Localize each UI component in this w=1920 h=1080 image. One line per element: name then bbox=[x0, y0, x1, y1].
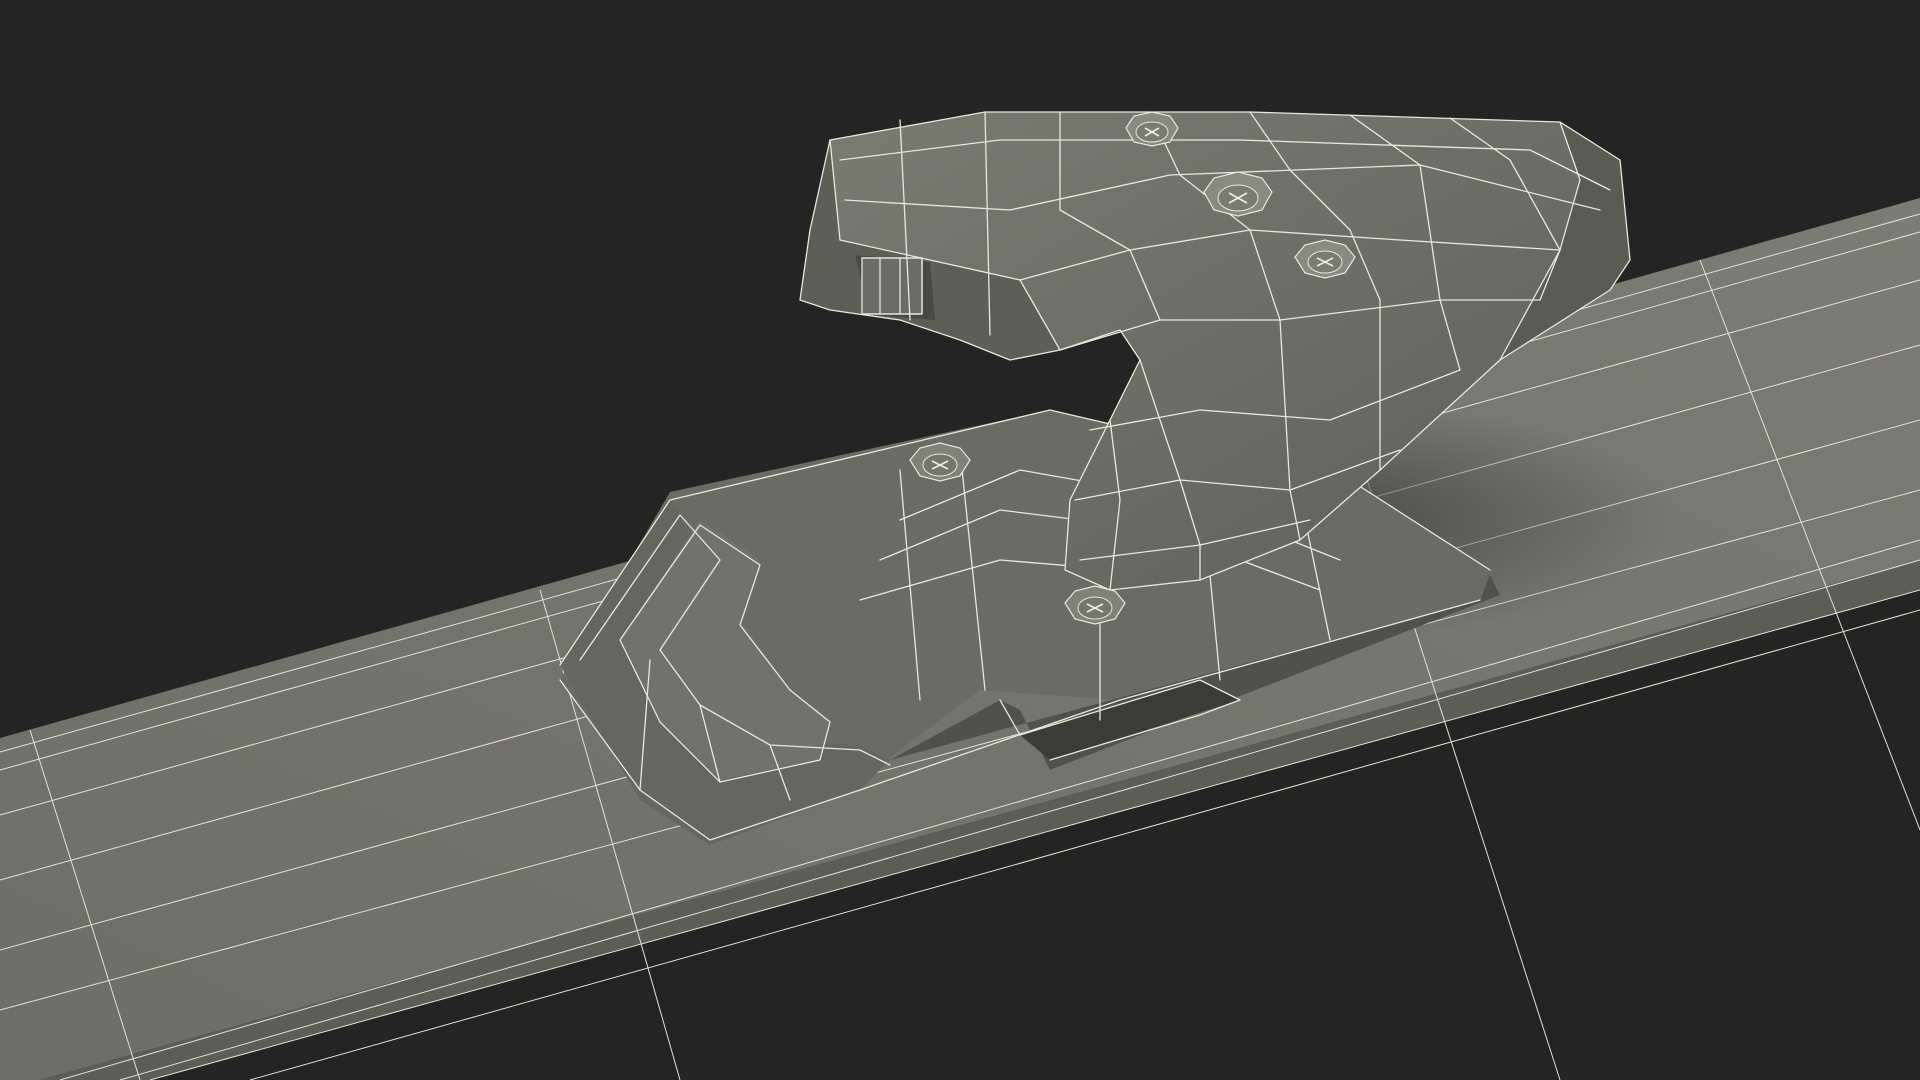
screw-4 bbox=[909, 442, 971, 482]
screw-2 bbox=[1203, 171, 1273, 217]
wireframe-render bbox=[0, 111, 1920, 1080]
screw-3 bbox=[1294, 239, 1356, 279]
screw-5 bbox=[1064, 585, 1126, 625]
screw-1 bbox=[1125, 111, 1179, 147]
jaw-roller bbox=[861, 257, 923, 315]
